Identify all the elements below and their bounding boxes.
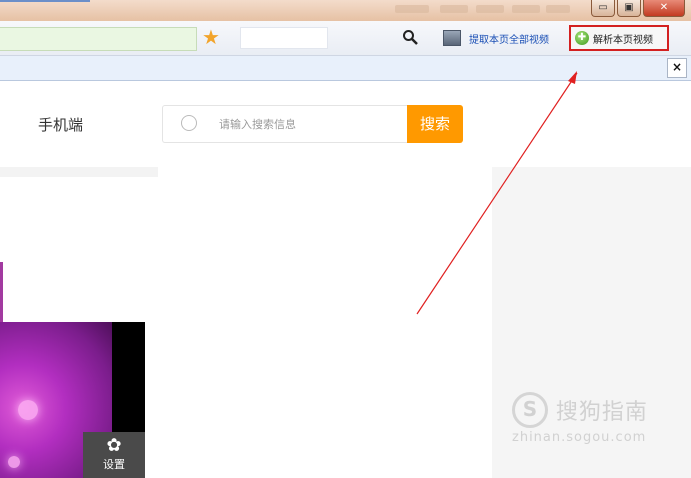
minimize-button[interactable]: ▭ [591, 0, 615, 17]
close-icon[interactable]: × [667, 58, 687, 78]
video-list-icon [443, 30, 461, 46]
star-icon[interactable]: ★ [202, 26, 224, 48]
settings-label: 设置 [103, 458, 125, 471]
menu-item[interactable] [440, 5, 468, 13]
menu-item[interactable] [395, 5, 429, 13]
parse-page-video-button[interactable]: ✚ 解析本页视频 [569, 25, 669, 51]
watermark-name: 搜狗指南 [555, 400, 648, 425]
sogou-watermark: S 搜狗指南 zhinan.sogou.com [512, 392, 672, 445]
close-window-button[interactable]: ✕ [643, 0, 685, 17]
extract-all-videos-button[interactable]: 提取本页全部视频 [443, 29, 549, 47]
window-controls: ▭ ▣ ✕ [589, 0, 685, 17]
video-player-bar [112, 322, 145, 432]
watermark-url: zhinan.sogou.com [512, 430, 647, 445]
site-search-placeholder: 请输入搜索信息 [219, 118, 296, 131]
content-divider [0, 167, 158, 177]
menu-item[interactable] [512, 5, 540, 13]
parse-video-icon: ✚ [575, 31, 589, 45]
restore-button[interactable]: ▣ [617, 0, 641, 17]
browser-title-bar: ▭ ▣ ✕ [0, 0, 691, 21]
search-icon [181, 115, 197, 131]
gear-icon: ✿ [106, 435, 122, 456]
search-button[interactable]: 搜索 [407, 105, 463, 143]
thumbnail-edge [0, 262, 3, 322]
parse-video-label: 解析本页视频 [593, 34, 653, 46]
bokeh-light [8, 456, 20, 468]
bokeh-light [18, 400, 38, 420]
site-header: 手机端 请输入搜索信息 搜索 [0, 81, 691, 167]
active-tab-indicator [0, 0, 90, 2]
menu-item[interactable] [476, 5, 504, 13]
address-bar[interactable] [0, 27, 197, 51]
mobile-link[interactable]: 手机端 [38, 114, 83, 135]
menu-item[interactable] [546, 5, 570, 13]
info-bar: × [0, 56, 691, 81]
browser-toolbar: ★ 提取本页全部视频 ✚ 解析本页视频 [0, 21, 691, 56]
sogou-logo-icon: S [512, 392, 548, 428]
browser-search-input[interactable] [240, 27, 328, 49]
settings-button[interactable]: ✿ 设置 [83, 432, 145, 478]
extract-all-label: 提取本页全部视频 [469, 34, 549, 46]
site-search-field[interactable]: 请输入搜索信息 [162, 105, 408, 143]
search-icon[interactable] [402, 29, 418, 45]
